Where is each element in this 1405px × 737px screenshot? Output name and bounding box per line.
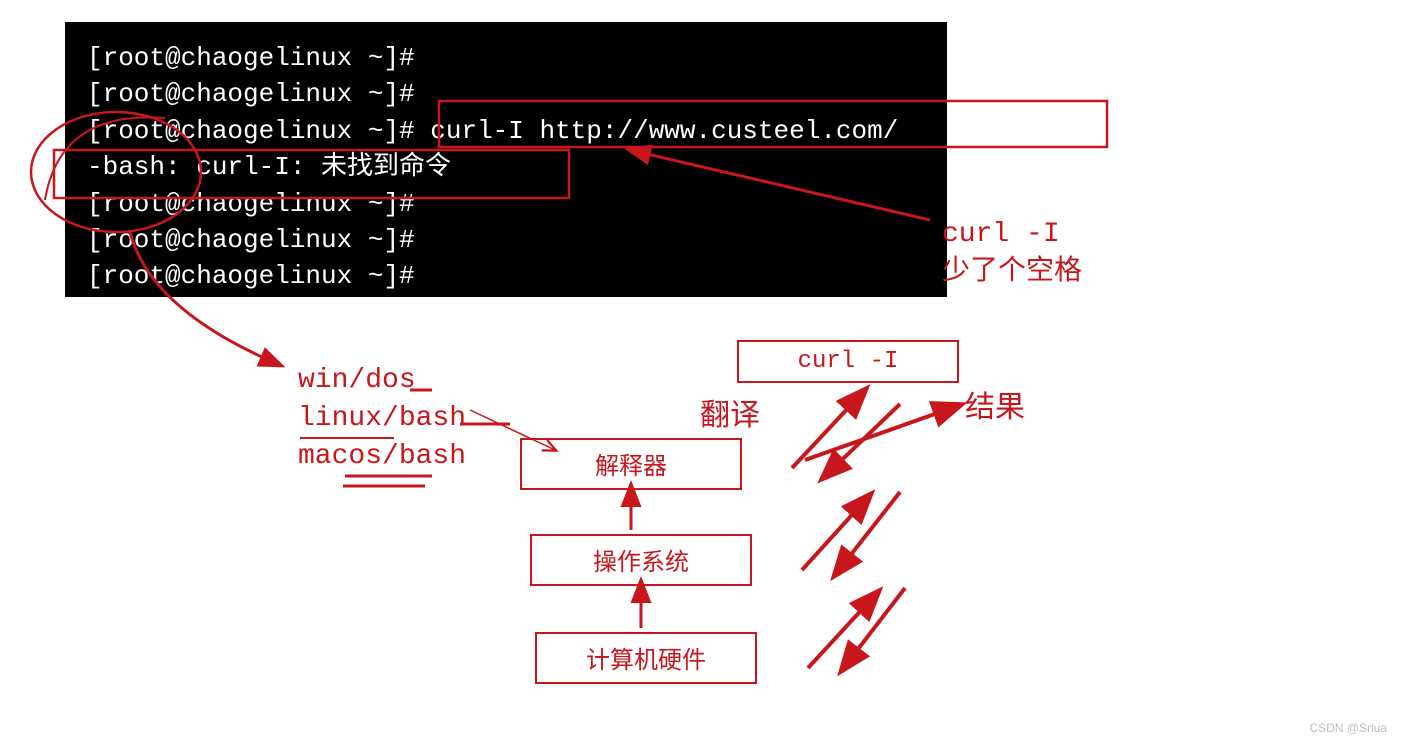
terminal-line: -bash: curl-I: 未找到命令 <box>87 152 451 182</box>
terminal-line: [root@chaogelinux ~]# <box>87 189 415 219</box>
watermark: CSDN @Srlua <box>1309 721 1387 735</box>
box-hardware: 计算机硬件 <box>535 632 757 684</box>
os-item: win/dos <box>298 362 416 400</box>
box-os: 操作系统 <box>530 534 752 586</box>
terminal-line: [root@chaogelinux ~]# <box>87 225 415 255</box>
terminal-line: [root@chaogelinux ~]# curl-I http://www.… <box>87 116 898 146</box>
annotation-line2: 少了个空格 <box>942 254 1082 292</box>
label-translate: 翻译 <box>700 398 760 439</box>
annotation-curl-space: curl -I 少了个空格 <box>942 216 1082 292</box>
os-interpreter-list: win/dos linux/bash macos/bash <box>298 362 466 475</box>
terminal-line: [root@chaogelinux ~]# <box>87 261 415 291</box>
terminal-line: [root@chaogelinux ~]# <box>87 43 415 73</box>
terminal-line: [root@chaogelinux ~]# <box>87 79 415 109</box>
terminal-window: [root@chaogelinux ~]# [root@chaogelinux … <box>65 22 947 297</box>
os-item: macos/bash <box>298 438 466 476</box>
box-interpreter: 解释器 <box>520 438 742 490</box>
os-item: linux/bash <box>298 400 466 438</box>
box-curl: curl -I <box>737 340 959 383</box>
label-result: 结果 <box>965 390 1025 431</box>
annotation-line1: curl -I <box>942 216 1082 254</box>
